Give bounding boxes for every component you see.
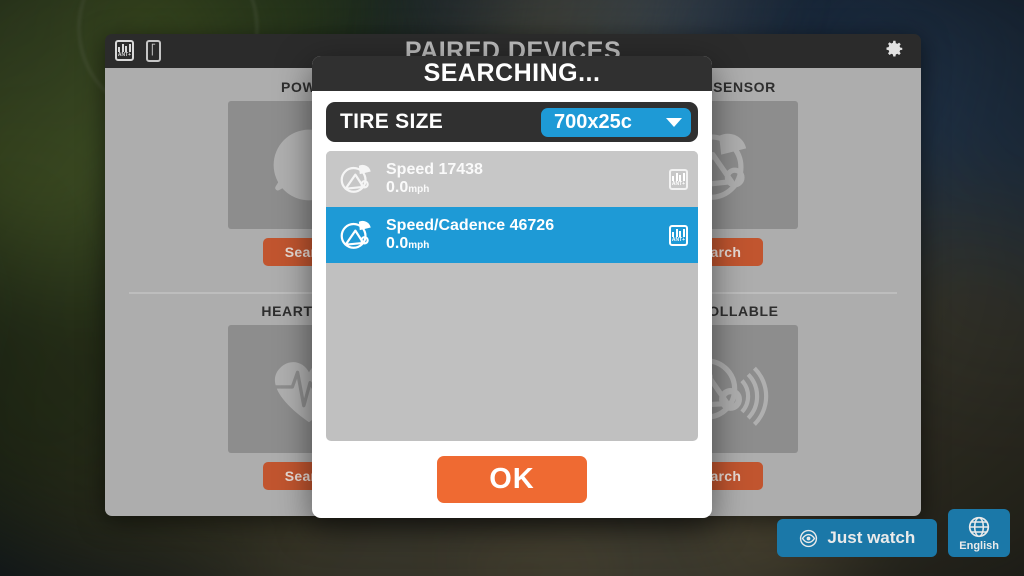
device-result-value: 0.0mph — [386, 179, 669, 199]
bluetooth-glyph: ⎡ — [151, 45, 156, 56]
tire-size-value: 700x25c — [554, 110, 632, 133]
searching-dialog: SEARCHING... TIRE SIZE 700x25c Speed 174… — [312, 56, 712, 518]
dialog-footer: OK — [312, 441, 712, 518]
device-result-unit: mph — [408, 183, 430, 195]
device-result-protocol: ANT+ — [669, 168, 688, 190]
device-results-list[interactable]: Speed 17438 0.0mph ANT+ Speed/Cadence 46… — [326, 151, 698, 441]
ok-button[interactable]: OK — [437, 456, 587, 503]
device-result-text: Speed 17438 0.0mph — [386, 160, 669, 199]
device-result-icon — [332, 157, 384, 201]
ant-icon-label: ANT+ — [117, 52, 132, 58]
ant-bars — [672, 172, 685, 181]
speed-cadence-sensor-icon — [340, 220, 371, 249]
ant-plus-icon: ANT+ — [669, 224, 688, 246]
just-watch-label: Just watch — [827, 528, 916, 547]
device-result-unit: mph — [408, 239, 430, 251]
bottom-action-bar: Just watch English — [777, 509, 1010, 557]
tire-size-label: TIRE SIZE — [340, 110, 444, 133]
device-result-number: 0.0 — [386, 234, 409, 252]
ant-icon-label: ANT+ — [671, 180, 686, 187]
dialog-title: SEARCHING... — [423, 59, 601, 87]
bluetooth-phone-icon[interactable]: ⎡ — [146, 40, 161, 62]
ant-bars — [672, 228, 685, 237]
tire-size-select[interactable]: 700x25c — [541, 107, 691, 137]
gear-icon — [886, 40, 903, 57]
ant-plus-icon: ANT+ — [669, 168, 688, 190]
ant-icon-label: ANT+ — [671, 236, 686, 243]
device-result-row[interactable]: Speed 17438 0.0mph ANT+ — [326, 151, 698, 207]
protocol-icons: ANT+ ⎡ — [115, 40, 161, 62]
globe-icon — [968, 516, 990, 538]
language-button[interactable]: English — [948, 509, 1010, 557]
speed-sensor-icon — [340, 164, 371, 193]
device-result-icon — [332, 213, 384, 257]
device-result-protocol: ANT+ — [669, 224, 688, 246]
language-label: English — [959, 540, 999, 552]
device-result-value: 0.0mph — [386, 235, 669, 255]
chevron-down-icon — [666, 117, 682, 127]
ant-bars — [118, 44, 131, 52]
device-result-name: Speed/Cadence 46726 — [386, 216, 555, 234]
device-result-name: Speed 17438 — [386, 160, 483, 178]
ant-plus-icon[interactable]: ANT+ — [115, 40, 134, 61]
eye-icon — [800, 529, 818, 547]
dialog-header: SEARCHING... — [312, 56, 712, 91]
just-watch-button[interactable]: Just watch — [777, 519, 938, 557]
device-result-number: 0.0 — [386, 178, 409, 196]
device-result-row[interactable]: Speed/Cadence 46726 0.0mph ANT+ — [326, 207, 698, 263]
settings-button[interactable] — [883, 38, 905, 65]
device-result-text: Speed/Cadence 46726 0.0mph — [386, 216, 669, 255]
tire-size-row: TIRE SIZE 700x25c — [326, 102, 698, 142]
